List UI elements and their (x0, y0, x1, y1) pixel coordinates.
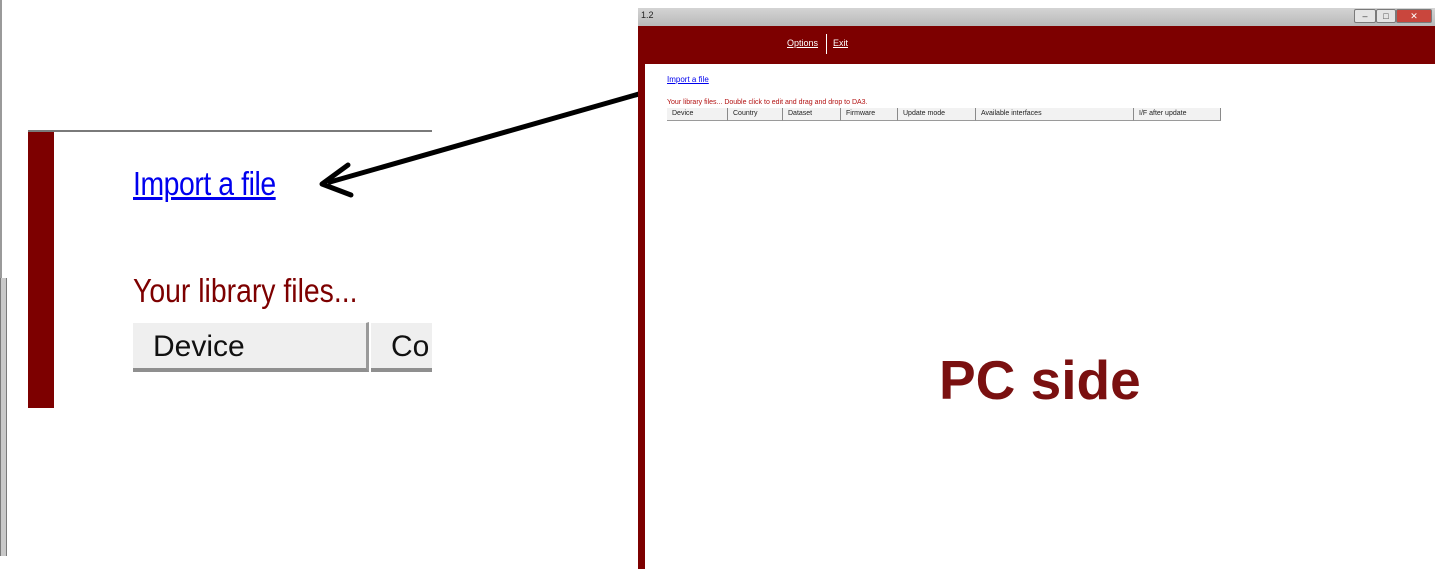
inset-table-header: Device Co (133, 322, 432, 378)
column-header-device[interactable]: Device (667, 108, 728, 121)
column-header-available-interfaces[interactable]: Available interfaces (976, 108, 1134, 121)
application-window: 1.2 – □ ✕ Options Exit Import a file You… (638, 8, 1435, 569)
close-button[interactable]: ✕ (1396, 9, 1432, 23)
column-header-if-after-update[interactable]: I/F after update (1134, 108, 1221, 121)
inset-library-files-label: Your library files... (133, 272, 358, 309)
inset-column-header-country[interactable]: Co (371, 322, 432, 372)
column-header-firmware[interactable]: Firmware (841, 108, 898, 121)
library-table-header: Device Country Dataset Firmware Update m… (667, 108, 1221, 121)
menu-bar: Options Exit (638, 26, 1435, 64)
left-maroon-bar (638, 64, 645, 569)
column-header-dataset[interactable]: Dataset (783, 108, 841, 121)
window-title: 1.2 (641, 10, 654, 20)
inset-column-header-device[interactable]: Device (133, 322, 369, 372)
menu-options[interactable]: Options (787, 38, 818, 48)
column-header-update-mode[interactable]: Update mode (898, 108, 976, 121)
inset-import-file-link[interactable]: Import a file (133, 165, 276, 203)
maximize-button[interactable]: □ (1376, 9, 1396, 23)
inset-maroon-sidebar (28, 130, 54, 408)
title-bar: 1.2 – □ ✕ (638, 8, 1435, 26)
inset-border-line (0, 0, 2, 278)
inset-window-edge (0, 278, 7, 556)
inset-top-border (28, 130, 432, 132)
zoomed-inset: Import a file Your library files... Devi… (0, 0, 440, 556)
menu-exit[interactable]: Exit (833, 38, 848, 48)
menu-separator (826, 34, 827, 54)
import-file-link[interactable]: Import a file (667, 75, 709, 84)
column-header-country[interactable]: Country (728, 108, 783, 121)
main-content: Import a file Your library files... Doub… (645, 64, 1435, 569)
pc-side-label: PC side (939, 349, 1141, 411)
library-info-text: Your library files... Double click to ed… (667, 99, 868, 106)
minimize-button[interactable]: – (1354, 9, 1376, 23)
